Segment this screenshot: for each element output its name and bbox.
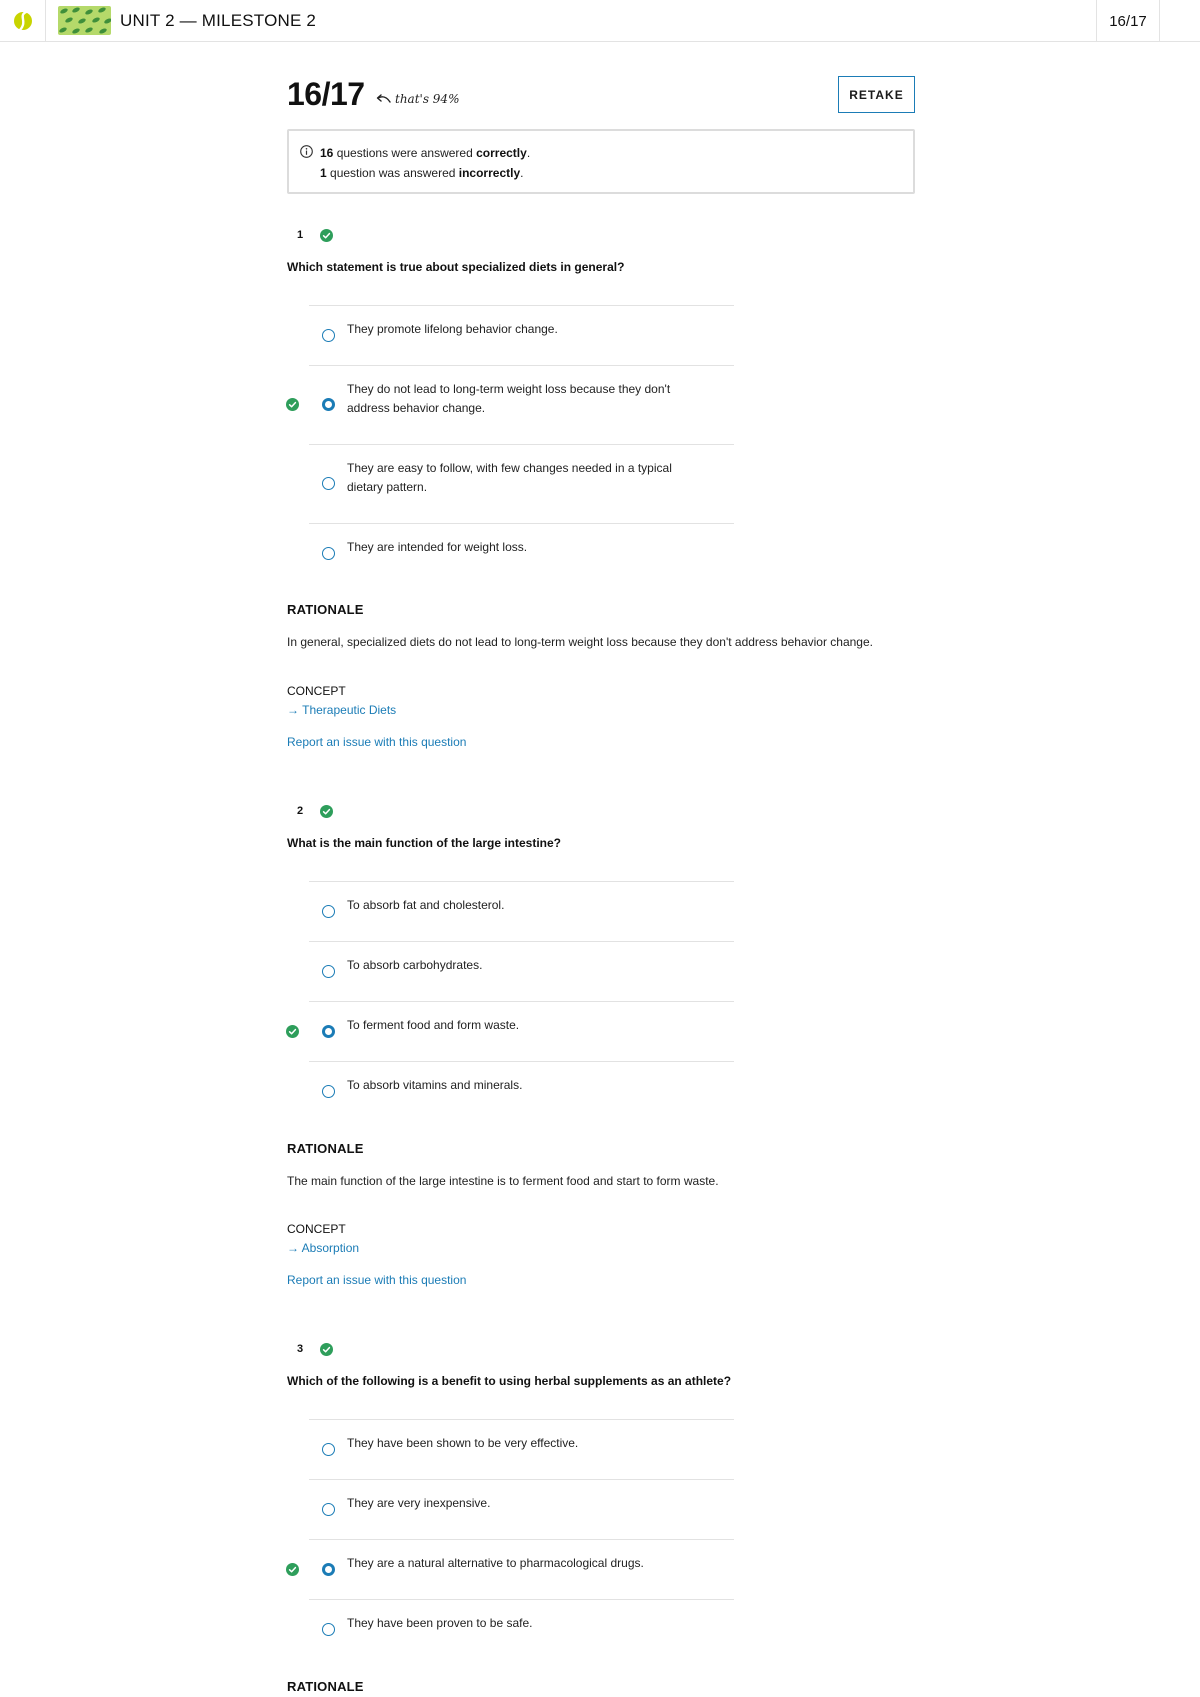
score-annotation: that's 94% (375, 92, 459, 106)
correct-check-icon (320, 805, 333, 818)
report-issue-link[interactable]: Report an issue with this question (287, 1273, 466, 1287)
question-text: Which statement is true about specialize… (287, 260, 625, 274)
question-number: 2 (297, 805, 304, 817)
radio-button[interactable] (322, 965, 335, 978)
option-text: They have been shown to be very effectiv… (347, 1436, 579, 1450)
rationale-text: In general, specialized diets do not lea… (287, 635, 873, 649)
answer-option[interactable]: They have been shown to be very effectiv… (309, 1419, 734, 1479)
option-text: They are easy to follow, with few change… (347, 461, 672, 494)
option-text: To absorb fat and cholesterol. (347, 898, 505, 912)
radio-button[interactable] (322, 1503, 335, 1516)
unit-thumbnail (58, 6, 111, 35)
report-issue-link[interactable]: Report an issue with this question (287, 735, 466, 749)
retake-button[interactable]: RETAKE (838, 76, 915, 113)
answer-option[interactable]: They have been proven to be safe. (309, 1599, 734, 1659)
logo-button[interactable] (0, 0, 46, 42)
answer-option[interactable]: To absorb fat and cholesterol. (309, 881, 734, 941)
option-text: To absorb carbohydrates. (347, 958, 483, 972)
info-icon (300, 145, 313, 158)
option-text: They have been proven to be safe. (347, 1616, 533, 1630)
rationale-heading: RATIONALE (287, 1141, 364, 1156)
option-text: They are very inexpensive. (347, 1496, 491, 1510)
question-text: What is the main function of the large i… (287, 836, 562, 850)
big-score: 16/17 (287, 76, 365, 112)
option-text: They are a natural alternative to pharma… (347, 1556, 644, 1570)
concept-heading: CONCEPT (287, 1222, 346, 1236)
correct-check-icon (320, 229, 333, 242)
top-bar: UNIT 2 — MILESTONE 2 16/17 (0, 0, 1200, 42)
correct-check-icon (286, 398, 299, 411)
concept-heading: CONCEPT (287, 684, 346, 698)
correct-summary: 16 questions were answered correctly. (320, 146, 531, 160)
radio-button[interactable] (322, 1443, 335, 1456)
sophia-logo-icon (13, 10, 32, 32)
answer-option[interactable]: To absorb vitamins and minerals. (309, 1061, 734, 1121)
radio-button[interactable] (322, 1085, 335, 1098)
radio-button[interactable] (322, 905, 335, 918)
option-text: To ferment food and form waste. (347, 1018, 520, 1032)
correct-check-icon (286, 1025, 299, 1038)
correct-check-icon (320, 1343, 333, 1356)
radio-button-selected[interactable] (322, 398, 335, 411)
radio-button[interactable] (322, 547, 335, 560)
score-percent: that's 94% (395, 92, 460, 106)
results-summary: 16 questions were answered correctly. 1 … (287, 129, 915, 194)
answer-option-selected[interactable]: They do not lead to long-term weight los… (286, 365, 734, 444)
radio-button[interactable] (322, 1623, 335, 1636)
radio-button[interactable] (322, 329, 335, 342)
curved-arrow-icon (376, 94, 391, 103)
question-number: 1 (297, 229, 304, 241)
radio-button-selected[interactable] (322, 1563, 335, 1576)
radio-button-selected[interactable] (322, 1025, 335, 1038)
answer-option-selected[interactable]: To ferment food and form waste. (286, 1001, 734, 1061)
answer-option[interactable]: They are intended for weight loss. (309, 523, 734, 583)
correct-check-icon (286, 1563, 299, 1576)
question-text: Which of the following is a benefit to u… (287, 1374, 732, 1388)
option-text: They promote lifelong behavior change. (347, 322, 558, 336)
unit-title: UNIT 2 — MILESTONE 2 (120, 11, 317, 30)
concept-link[interactable]: → Therapeutic Diets (287, 703, 396, 717)
option-text: They are intended for weight loss. (347, 540, 528, 554)
answer-option[interactable]: They promote lifelong behavior change. (309, 305, 734, 365)
arrow-right-icon: → (287, 1241, 302, 1255)
header-score: 16/17 (1096, 0, 1160, 42)
radio-button[interactable] (322, 477, 335, 490)
rationale-heading: RATIONALE (287, 602, 364, 617)
question-number: 3 (297, 1343, 304, 1355)
option-text: They do not lead to long-term weight los… (347, 382, 671, 415)
incorrect-summary: 1 question was answered incorrectly. (320, 166, 524, 180)
answer-option[interactable]: They are very inexpensive. (309, 1479, 734, 1539)
answer-option-selected[interactable]: They are a natural alternative to pharma… (286, 1539, 734, 1599)
answer-option[interactable]: To absorb carbohydrates. (309, 941, 734, 1001)
rationale-heading: RATIONALE (287, 1679, 364, 1694)
concept-link[interactable]: → Absorption (287, 1241, 359, 1255)
rationale-text: The main function of the large intestine… (287, 1174, 719, 1188)
option-text: To absorb vitamins and minerals. (347, 1078, 523, 1092)
arrow-right-icon: → (287, 703, 303, 717)
answer-option[interactable]: They are easy to follow, with few change… (309, 444, 734, 523)
